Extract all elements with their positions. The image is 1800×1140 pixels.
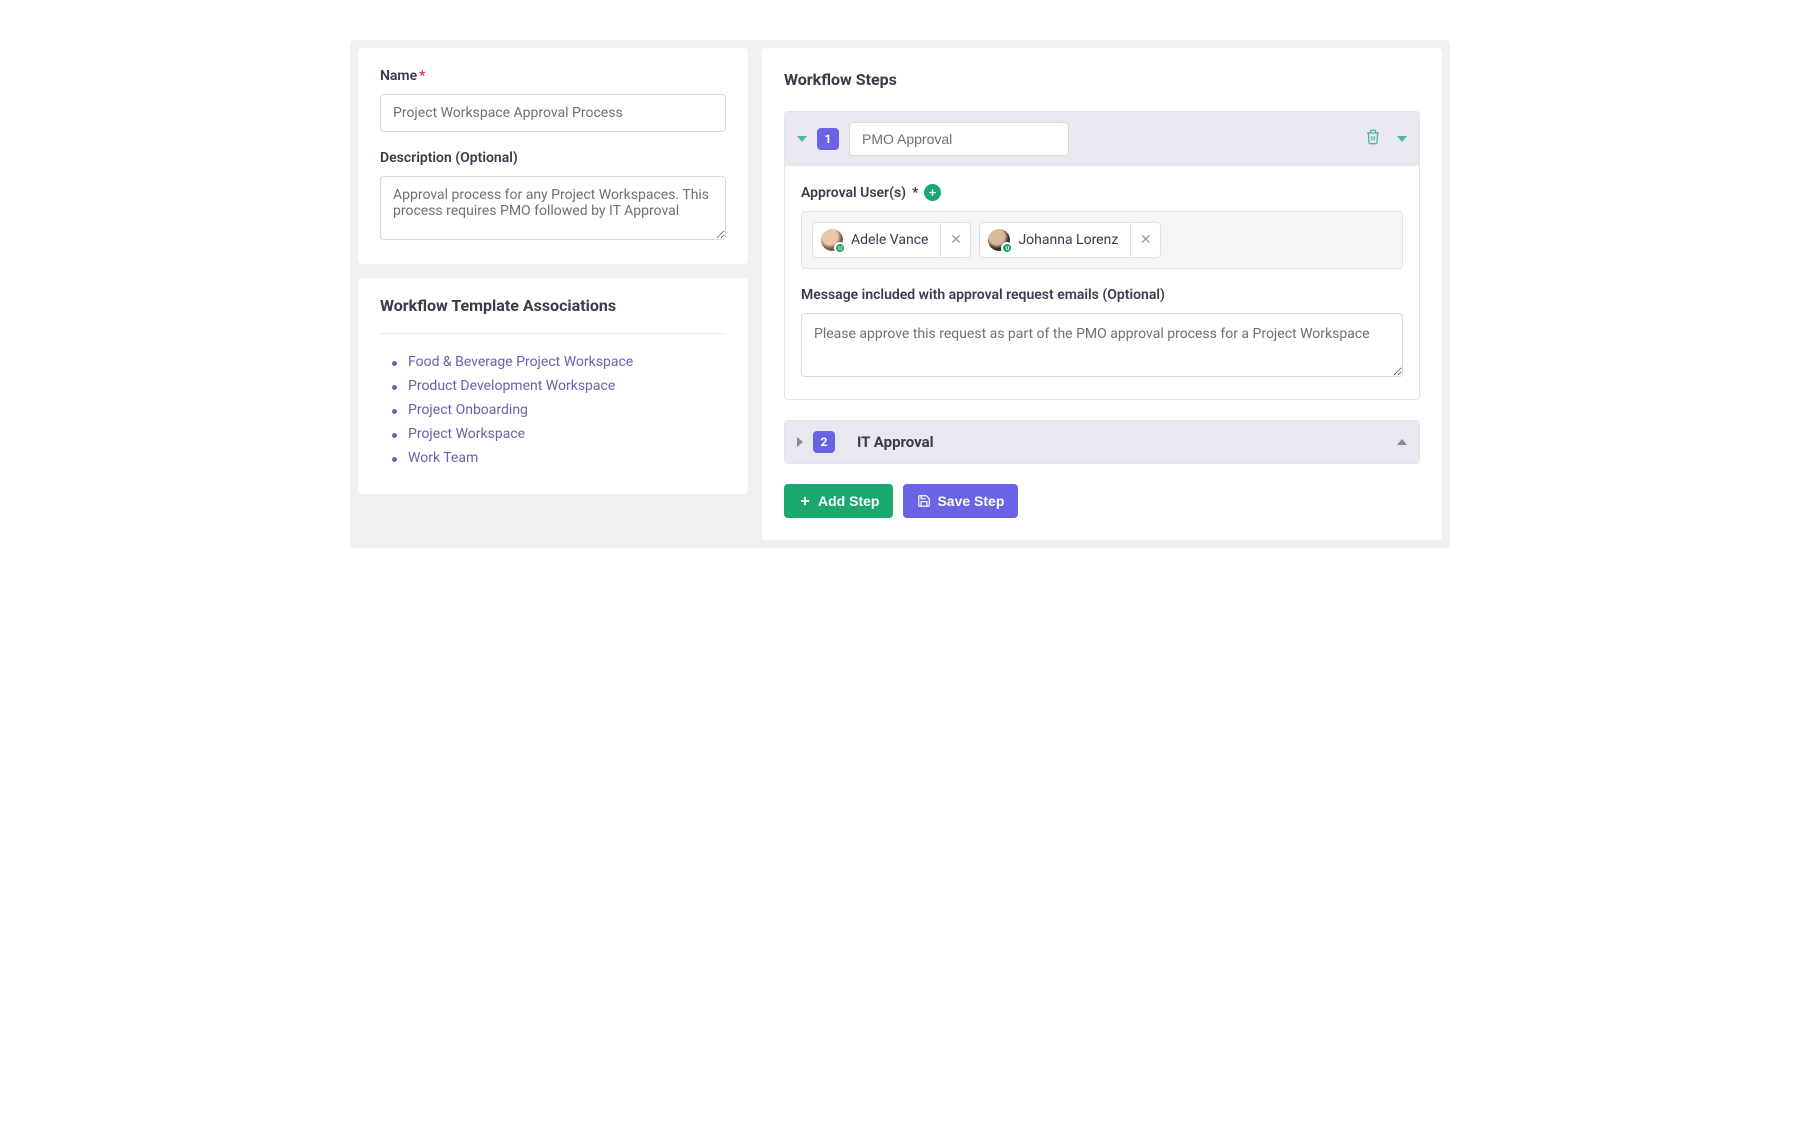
template-associations-card: Workflow Template Associations Food & Be… <box>358 278 748 494</box>
reorder-up-icon[interactable] <box>1397 439 1407 445</box>
approval-users-container: u Adele Vance ✕ u <box>801 211 1403 269</box>
user-chip-name: Johanna Lorenz <box>1018 232 1118 248</box>
approval-users-label: Approval User(s) * <box>801 184 1403 201</box>
user-avatar: u <box>821 229 843 251</box>
user-chip: u Johanna Lorenz ✕ <box>979 222 1161 258</box>
workflow-basic-info-card: Name* Description (Optional) Approval pr… <box>358 48 748 264</box>
association-item[interactable]: Project Workspace <box>390 422 716 446</box>
plus-icon <box>798 494 812 508</box>
association-item[interactable]: Food & Beverage Project Workspace <box>390 350 716 374</box>
association-item[interactable]: Project Onboarding <box>390 398 716 422</box>
save-icon <box>917 494 931 508</box>
remove-user-icon[interactable]: ✕ <box>1130 223 1160 257</box>
step-number-badge: 2 <box>813 431 835 453</box>
name-label: Name* <box>380 68 726 84</box>
workflow-step: 2 IT Approval <box>784 420 1420 464</box>
associations-title: Workflow Template Associations <box>380 296 726 315</box>
expand-toggle-icon[interactable] <box>797 437 803 447</box>
message-label: Message included with approval request e… <box>801 287 1403 303</box>
workflow-description-input[interactable]: Approval process for any Project Workspa… <box>380 176 726 240</box>
association-item[interactable]: Work Team <box>390 446 716 470</box>
step-number-badge: 1 <box>817 128 839 150</box>
user-chip: u Adele Vance ✕ <box>812 222 971 258</box>
user-chip-name: Adele Vance <box>851 232 928 248</box>
workflow-name-input[interactable] <box>380 94 726 132</box>
step-name-label: IT Approval <box>857 433 1387 451</box>
add-step-button[interactable]: Add Step <box>784 484 893 518</box>
step-header[interactable]: 2 IT Approval <box>785 421 1419 463</box>
user-avatar: u <box>988 229 1010 251</box>
step-header: 1 <box>785 112 1419 166</box>
reorder-down-icon[interactable] <box>1397 136 1407 142</box>
required-asterisk: * <box>419 68 425 84</box>
association-item[interactable]: Product Development Workspace <box>390 374 716 398</box>
presence-indicator: u <box>834 242 846 254</box>
approval-message-input[interactable]: Please approve this request as part of t… <box>801 313 1403 377</box>
associations-list: Food & Beverage Project Workspace Produc… <box>380 333 726 476</box>
description-label: Description (Optional) <box>380 150 726 166</box>
save-step-button[interactable]: Save Step <box>903 484 1018 518</box>
presence-indicator: u <box>1001 242 1013 254</box>
required-asterisk: * <box>912 185 918 201</box>
workflow-step: 1 Approval User(s) * <box>784 111 1420 400</box>
workflow-steps-card: Workflow Steps 1 Approval User(s) <box>762 48 1442 540</box>
step-name-input[interactable] <box>849 122 1069 156</box>
add-user-icon[interactable] <box>924 184 941 201</box>
collapse-toggle-icon[interactable] <box>797 136 807 142</box>
delete-step-icon[interactable] <box>1365 129 1381 149</box>
workflow-steps-title: Workflow Steps <box>784 70 1420 89</box>
remove-user-icon[interactable]: ✕ <box>940 223 970 257</box>
